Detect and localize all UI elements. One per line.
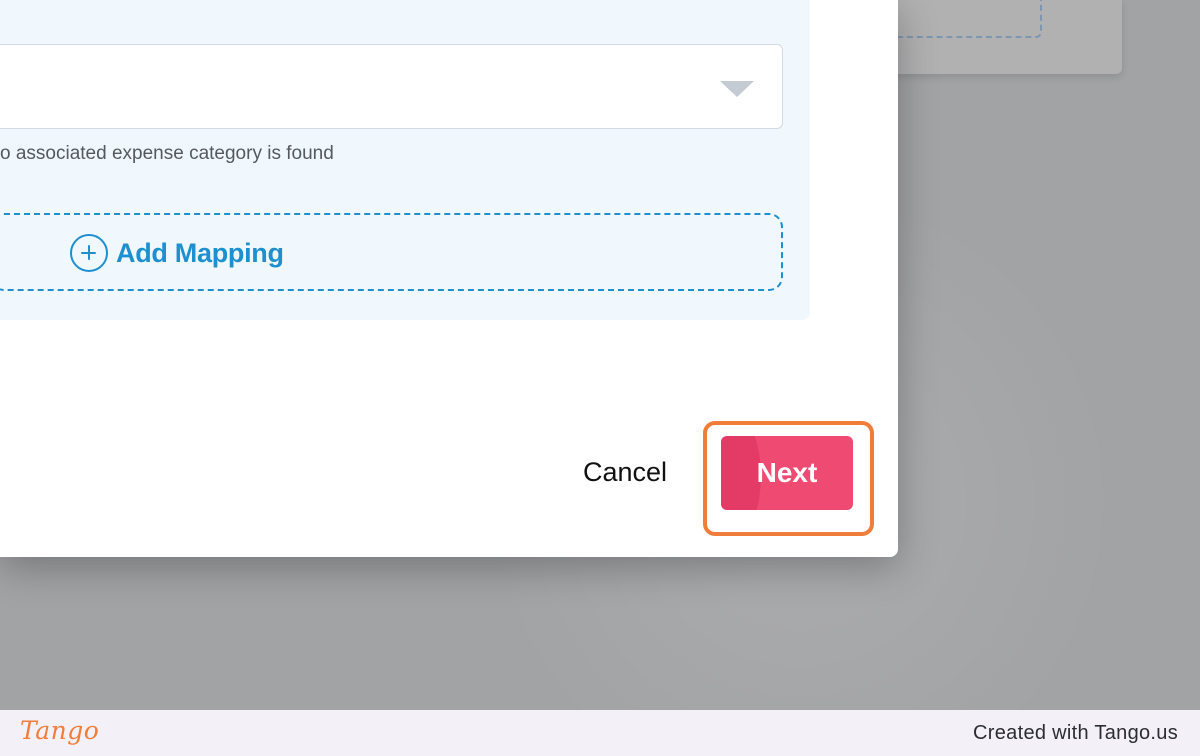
- step-highlight-outline: [703, 421, 874, 536]
- add-mapping-content: Add Mapping: [70, 234, 284, 272]
- add-mapping-button[interactable]: Add Mapping: [0, 213, 783, 291]
- add-mapping-label: Add Mapping: [116, 237, 284, 268]
- created-with-text: Created with Tango.us: [973, 722, 1178, 744]
- cancel-button[interactable]: Cancel: [583, 457, 667, 488]
- tango-logo: Tango: [20, 716, 100, 745]
- mapping-panel: o associated expense category is found A…: [0, 0, 810, 320]
- background-dashed-area: [880, 0, 1042, 38]
- plus-circle-icon: [70, 234, 108, 272]
- helper-text: o associated expense category is found: [0, 143, 334, 164]
- expense-category-select[interactable]: [0, 44, 783, 129]
- tango-footer: Tango Created with Tango.us: [0, 710, 1200, 756]
- chevron-down-icon[interactable]: [720, 81, 754, 97]
